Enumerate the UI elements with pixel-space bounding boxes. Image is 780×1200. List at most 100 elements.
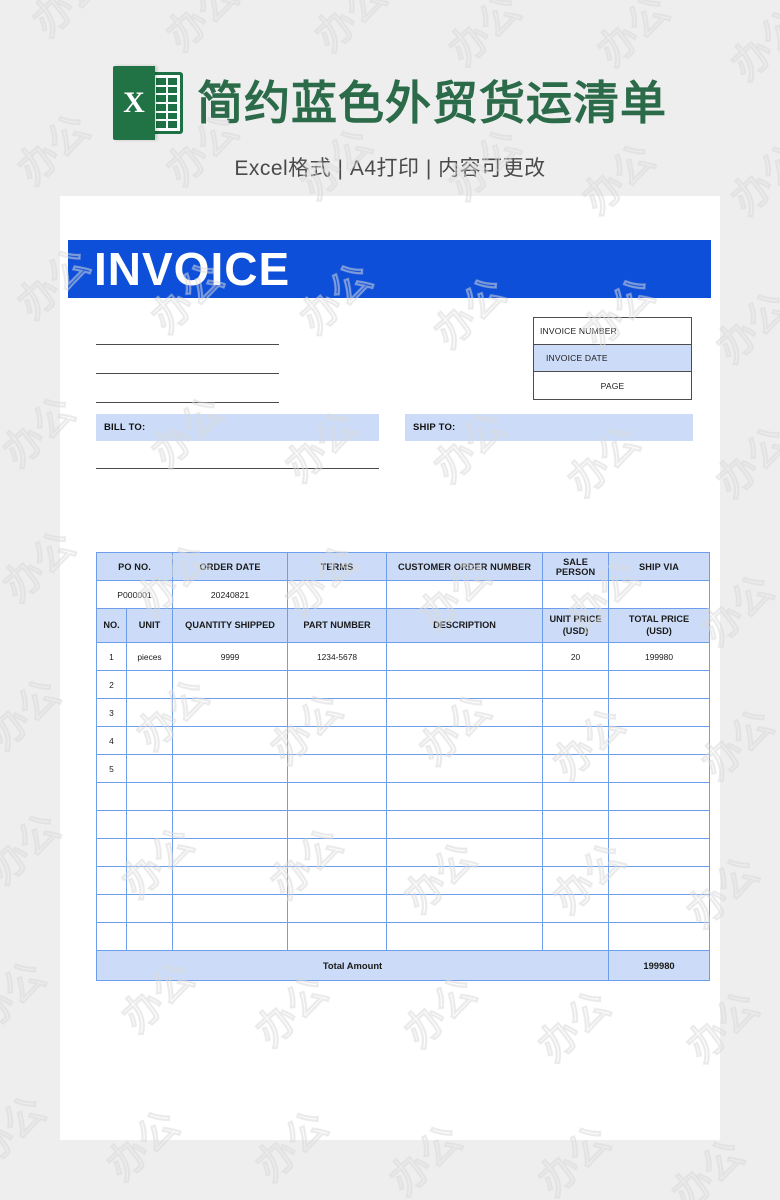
cell-description[interactable]: [386, 754, 544, 783]
value-po-no[interactable]: P000001: [95, 580, 174, 609]
cell-unit-price[interactable]: [542, 810, 610, 839]
bill-to-address-line: [96, 468, 379, 469]
cell-unit-price[interactable]: [542, 782, 610, 811]
cell-no[interactable]: 3: [96, 698, 127, 727]
promo-title: 简约蓝色外贸货运清单: [197, 77, 667, 129]
cell-unit-price[interactable]: [542, 698, 610, 727]
cell-no[interactable]: [96, 922, 127, 951]
value-customer-order-number[interactable]: [386, 580, 544, 609]
cell-part-number[interactable]: [287, 754, 388, 783]
col-order-date: ORDER DATE: [172, 552, 289, 581]
table-row: 4: [96, 726, 711, 755]
cell-unit[interactable]: [125, 670, 174, 699]
company-line-3: [96, 402, 279, 403]
cell-unit-price[interactable]: [542, 670, 610, 699]
cell-unit-price[interactable]: 20: [542, 642, 610, 671]
cell-part-number[interactable]: [287, 894, 388, 923]
cell-part-number[interactable]: [287, 810, 388, 839]
cell-description[interactable]: [386, 698, 544, 727]
cell-quantity[interactable]: 9999: [172, 642, 289, 671]
cell-unit[interactable]: [125, 726, 174, 755]
cell-unit[interactable]: [125, 838, 174, 867]
cell-unit[interactable]: [125, 698, 174, 727]
cell-part-number[interactable]: [287, 922, 388, 951]
cell-no[interactable]: 1: [96, 642, 127, 671]
cell-total-price[interactable]: [608, 726, 711, 755]
cell-no[interactable]: 4: [96, 726, 127, 755]
cell-unit-price[interactable]: [542, 838, 610, 867]
cell-unit-price[interactable]: [542, 726, 610, 755]
cell-total-price[interactable]: [608, 922, 711, 951]
cell-part-number[interactable]: [287, 726, 388, 755]
cell-unit[interactable]: [125, 754, 174, 783]
cell-part-number[interactable]: [287, 698, 388, 727]
cell-no[interactable]: [96, 894, 127, 923]
col-unit-price: UNIT PRICE (USD): [542, 608, 610, 643]
cell-unit[interactable]: pieces: [125, 642, 174, 671]
cell-description[interactable]: [386, 838, 544, 867]
cell-quantity[interactable]: [172, 670, 289, 699]
meta-row-invoice-date[interactable]: INVOICE DATE: [534, 345, 691, 372]
cell-total-price[interactable]: 199980: [608, 642, 711, 671]
cell-quantity[interactable]: [172, 782, 289, 811]
cell-unit[interactable]: [125, 894, 174, 923]
cell-description[interactable]: [386, 810, 544, 839]
cell-description[interactable]: [386, 922, 544, 951]
cell-description[interactable]: [386, 726, 544, 755]
cell-unit[interactable]: [125, 810, 174, 839]
meta-row-page[interactable]: PAGE: [534, 372, 691, 399]
cell-no[interactable]: [96, 810, 127, 839]
value-ship-via[interactable]: [608, 580, 711, 609]
col-total-price: TOTAL PRICE (USD): [608, 608, 711, 643]
table-row: [96, 922, 711, 951]
value-sale-person[interactable]: [542, 580, 610, 609]
table-row: [96, 782, 711, 811]
cell-part-number[interactable]: [287, 838, 388, 867]
cell-part-number[interactable]: [287, 782, 388, 811]
cell-unit-price[interactable]: [542, 894, 610, 923]
company-line-2: [96, 373, 279, 374]
cell-total-price[interactable]: [608, 782, 711, 811]
cell-no[interactable]: [96, 866, 127, 895]
cell-description[interactable]: [386, 894, 544, 923]
cell-total-price[interactable]: [608, 838, 711, 867]
cell-unit-price[interactable]: [542, 866, 610, 895]
cell-description[interactable]: [386, 782, 544, 811]
cell-quantity[interactable]: [172, 922, 289, 951]
col-no: NO.: [96, 608, 127, 643]
cell-unit-price[interactable]: [542, 754, 610, 783]
cell-description[interactable]: [386, 642, 544, 671]
cell-total-price[interactable]: [608, 698, 711, 727]
cell-total-price[interactable]: [608, 894, 711, 923]
cell-quantity[interactable]: [172, 866, 289, 895]
cell-quantity[interactable]: [172, 698, 289, 727]
cell-quantity[interactable]: [172, 754, 289, 783]
cell-no[interactable]: [96, 782, 127, 811]
cell-description[interactable]: [386, 866, 544, 895]
cell-total-price[interactable]: [608, 866, 711, 895]
cell-quantity[interactable]: [172, 726, 289, 755]
cell-no[interactable]: 2: [96, 670, 127, 699]
cell-part-number[interactable]: [287, 670, 388, 699]
meta-row-invoice-number[interactable]: INVOICE NUMBER: [534, 318, 691, 345]
cell-unit[interactable]: [125, 866, 174, 895]
value-terms[interactable]: [287, 580, 388, 609]
value-order-date[interactable]: 20240821: [172, 580, 289, 609]
cell-description[interactable]: [386, 670, 544, 699]
cell-no[interactable]: [96, 838, 127, 867]
table-row: 2: [96, 670, 711, 699]
cell-unit[interactable]: [125, 782, 174, 811]
cell-quantity[interactable]: [172, 838, 289, 867]
cell-part-number[interactable]: [287, 866, 388, 895]
cell-unit[interactable]: [125, 922, 174, 951]
cell-quantity[interactable]: [172, 810, 289, 839]
cell-quantity[interactable]: [172, 894, 289, 923]
cell-total-price[interactable]: [608, 754, 711, 783]
cell-no[interactable]: 5: [96, 754, 127, 783]
cell-unit-price[interactable]: [542, 922, 610, 951]
cell-part-number[interactable]: 1234-5678: [287, 642, 388, 671]
col-ship-via: SHIP VIA: [608, 552, 711, 581]
cell-total-price[interactable]: [608, 810, 711, 839]
cell-total-price[interactable]: [608, 670, 711, 699]
table-row: [96, 866, 711, 895]
